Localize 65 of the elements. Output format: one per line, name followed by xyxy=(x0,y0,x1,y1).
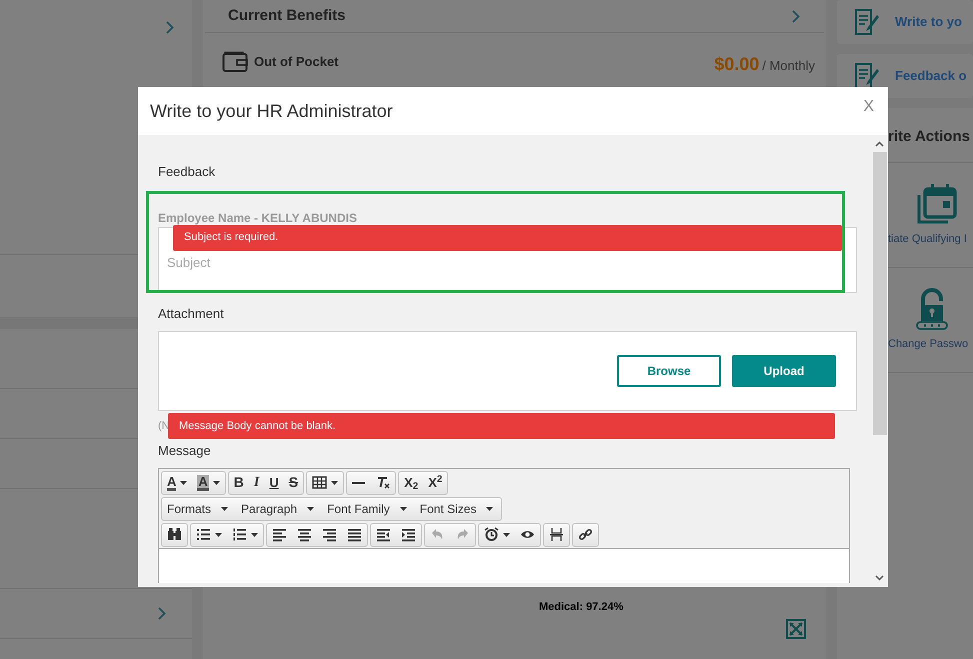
page-break-icon xyxy=(549,527,564,542)
toolbar-button[interactable]: X$_{2}$ xyxy=(399,472,424,494)
link-icon xyxy=(578,527,593,542)
toolbar-button[interactable]: S xyxy=(284,472,304,494)
upload-button[interactable]: Upload xyxy=(732,355,836,387)
scroll-thumb[interactable] xyxy=(872,152,886,435)
bullet-list-icon xyxy=(196,527,211,542)
toolbar-button[interactable]: B xyxy=(228,472,249,494)
amount: $0.00 xyxy=(714,53,760,76)
browse-button[interactable]: Browse xyxy=(617,355,721,387)
toolbar-select[interactable]: Font Family xyxy=(322,498,415,520)
section-title: Current Benefits xyxy=(228,6,346,26)
close-button[interactable]: X xyxy=(863,95,874,119)
align-left-icon xyxy=(272,527,287,542)
toolbar-button[interactable]: U xyxy=(264,472,284,494)
toolbar-select[interactable]: Paragraph xyxy=(236,498,322,520)
action-label: Change Passwo xyxy=(888,336,970,352)
toolbar-button[interactable]: A xyxy=(162,472,192,494)
caret-icon xyxy=(307,506,314,510)
caret-icon xyxy=(486,506,494,510)
align-center-icon xyxy=(297,527,312,542)
horizontal-line-icon xyxy=(352,482,366,484)
error-tooltip: Subject is required. xyxy=(173,224,842,250)
document-pen-icon xyxy=(853,7,881,37)
error-tooltip: Message Body cannot be blank. xyxy=(168,413,835,439)
scroll-down-icon[interactable] xyxy=(875,575,884,581)
caret-icon xyxy=(251,532,258,536)
action-label: tiate Qualifying I xyxy=(888,232,968,247)
caret-icon xyxy=(503,532,510,536)
outdent-icon xyxy=(376,527,391,542)
calendar-icon xyxy=(916,182,958,225)
toolbar-button[interactable]: A xyxy=(192,472,225,494)
caret-icon xyxy=(221,506,228,510)
caret-icon xyxy=(331,480,338,484)
caret-icon xyxy=(215,532,222,536)
table-icon xyxy=(312,475,328,490)
modal-title: Write to your HR Administrator xyxy=(150,100,393,123)
section-title: rite Actions xyxy=(888,127,970,148)
toolbar-button[interactable]: I xyxy=(248,472,264,494)
caret-icon xyxy=(180,480,188,484)
lock-icon xyxy=(916,288,948,330)
justify-icon xyxy=(347,527,362,542)
period: / Monthly xyxy=(762,57,815,75)
section-label: Feedback xyxy=(158,163,216,181)
align-right-icon xyxy=(322,527,337,542)
wallet-icon xyxy=(222,51,248,73)
section-label: Message xyxy=(158,442,212,460)
alarm-clock-icon xyxy=(484,527,499,542)
indent-icon xyxy=(401,527,416,542)
employee-name: Employee Name - KELLY ABUNDIS xyxy=(158,212,358,224)
caret-icon xyxy=(212,480,220,484)
caret-icon xyxy=(400,506,407,510)
expand-icon[interactable] xyxy=(786,619,806,639)
toolbar-select[interactable]: Font Sizes xyxy=(414,498,502,520)
out-of-pocket-label: Out of Pocket xyxy=(254,53,339,72)
undo-icon xyxy=(430,527,445,542)
toolbar-button[interactable]: X$^{2}$ xyxy=(423,472,448,494)
toolbar-select[interactable]: Formats xyxy=(162,498,236,520)
clear-formatting-icon xyxy=(375,475,390,490)
numbered-list-icon xyxy=(232,527,247,542)
redo-icon xyxy=(455,527,470,542)
section-label: Attachment xyxy=(158,304,225,322)
chart-label: Medical: 97.24% xyxy=(539,600,624,615)
binoculars-icon xyxy=(167,527,182,542)
scroll-up-icon[interactable] xyxy=(875,141,884,147)
